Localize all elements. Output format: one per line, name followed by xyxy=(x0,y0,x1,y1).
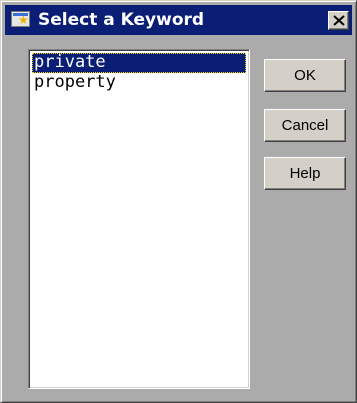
ok-button[interactable]: OK xyxy=(264,59,346,92)
keyword-item-property[interactable]: property xyxy=(32,73,246,93)
title-bar[interactable]: ★ Select a Keyword xyxy=(5,5,352,35)
help-button[interactable]: Help xyxy=(264,157,346,190)
close-icon xyxy=(333,14,345,26)
close-button[interactable] xyxy=(328,10,349,30)
keyword-listbox[interactable]: private property xyxy=(28,49,250,389)
window-title: Select a Keyword xyxy=(38,10,205,30)
cancel-button[interactable]: Cancel xyxy=(264,109,346,142)
keyword-item-private[interactable]: private xyxy=(32,53,246,73)
select-keyword-dialog: ★ Select a Keyword private property OK C… xyxy=(0,0,357,403)
app-icon: ★ xyxy=(11,10,33,30)
